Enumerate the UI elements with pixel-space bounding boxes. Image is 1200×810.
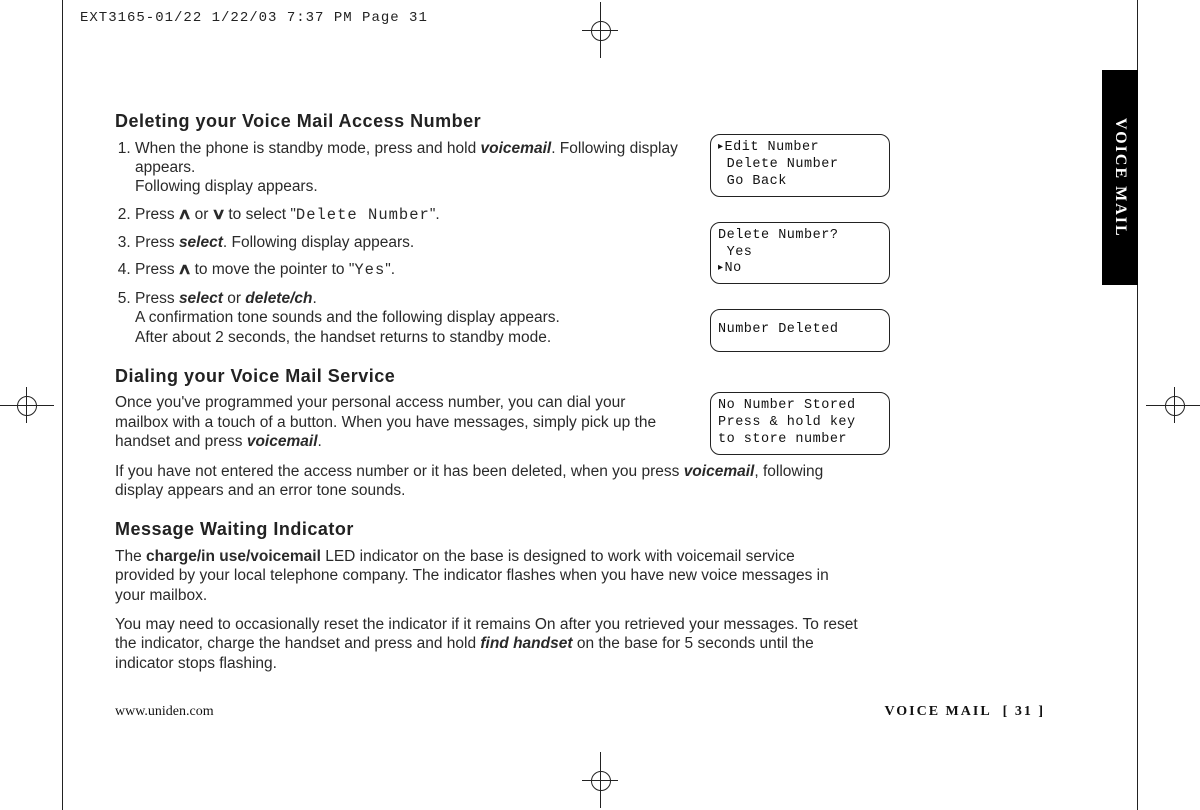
text: or [190,206,212,223]
text: The [115,548,146,565]
key-select: select [179,234,223,251]
text: to select " [224,206,296,223]
dial-paragraph-1: Once you've programmed your personal acc… [115,393,675,451]
lcd-line: to store number [718,432,882,449]
lcd-line: Delete Number? [718,228,882,245]
text: Once you've programmed your personal acc… [115,394,656,450]
key-select: select [179,290,223,307]
mwi-paragraph-2: You may need to occasionally reset the i… [115,615,865,673]
key-voicemail: voicemail [247,433,318,450]
prepress-slug: EXT3165-01/22 1/22/03 7:37 PM Page 31 [80,10,428,26]
down-arrow-icon: ∨ [211,205,226,224]
footer-url: www.uniden.com [115,704,214,720]
heading-mwi: Message Waiting Indicator [115,518,885,541]
step-1: When the phone is standby mode, press an… [135,139,705,197]
register-mark-right [1156,387,1192,423]
footer-page: VOICE MAIL [ 31 ] [884,704,1045,720]
step-2: Press ∧ or ∨ to select "Delete Number". [135,205,705,225]
lcd-text: Delete Number [296,206,430,224]
text: . [313,290,317,307]
text: . Following display appears. [223,234,414,251]
text: Press [135,290,179,307]
text: . [318,433,322,450]
lcd-line: Delete Number [718,157,882,174]
key-find-handset: find handset [480,635,572,652]
text: Press [135,261,179,278]
step-3: Press select. Following display appears. [135,233,705,252]
text: When the phone is standby mode, press an… [135,140,481,157]
delete-steps: When the phone is standby mode, press an… [115,139,705,347]
text: After about 2 seconds, the handset retur… [135,328,705,347]
text: Following display appears. [135,177,705,196]
text: Press [135,206,179,223]
lcd-line: Go Back [718,174,882,191]
lcd-line: Yes [718,245,882,262]
lcd-screen-4: No Number Stored Press & hold key to sto… [710,392,890,455]
heading-delete: Deleting your Voice Mail Access Number [115,110,705,133]
text: If you have not entered the access numbe… [115,463,684,480]
register-mark-left [8,387,44,423]
up-arrow-icon: ∧ [177,205,192,224]
lcd-line: No Number Stored [718,398,882,415]
register-mark-top [582,12,618,48]
register-mark-bottom [582,762,618,798]
text: Press [135,234,179,251]
lcd-screen-1: Edit Number Delete Number Go Back [710,134,890,197]
footer: www.uniden.com VOICE MAIL [ 31 ] [115,704,1045,720]
key-charge-inuse-voicemail: charge/in use/voicemail [146,548,321,565]
lcd-screen-2: Delete Number? Yes No [710,222,890,285]
footer-page-number: [ 31 ] [1003,704,1045,719]
text: to move the pointer to " [190,261,354,278]
lcd-screen-3: Number Deleted [710,309,890,352]
text: ". [385,261,395,278]
lcd-line: Number Deleted [718,322,882,339]
lcd-line: No [718,261,882,278]
text: or [223,290,245,307]
text: ". [430,206,440,223]
footer-label: VOICE MAIL [884,704,991,719]
lcd-line: Press & hold key [718,415,882,432]
mwi-paragraph-1: The charge/in use/voicemail LED indicato… [115,547,855,605]
step-4: Press ∧ to move the pointer to "Yes". [135,260,705,280]
key-voicemail: voicemail [481,140,552,157]
text: A confirmation tone sounds and the follo… [135,308,705,327]
up-arrow-icon: ∧ [177,260,192,279]
lcd-text: Yes [354,261,385,279]
step-5: Press select or delete/ch. A confirmatio… [135,289,705,347]
key-delete-ch: delete/ch [245,290,312,307]
side-tab: VOICE MAIL [1102,70,1138,285]
lcd-line: Edit Number [718,140,882,157]
